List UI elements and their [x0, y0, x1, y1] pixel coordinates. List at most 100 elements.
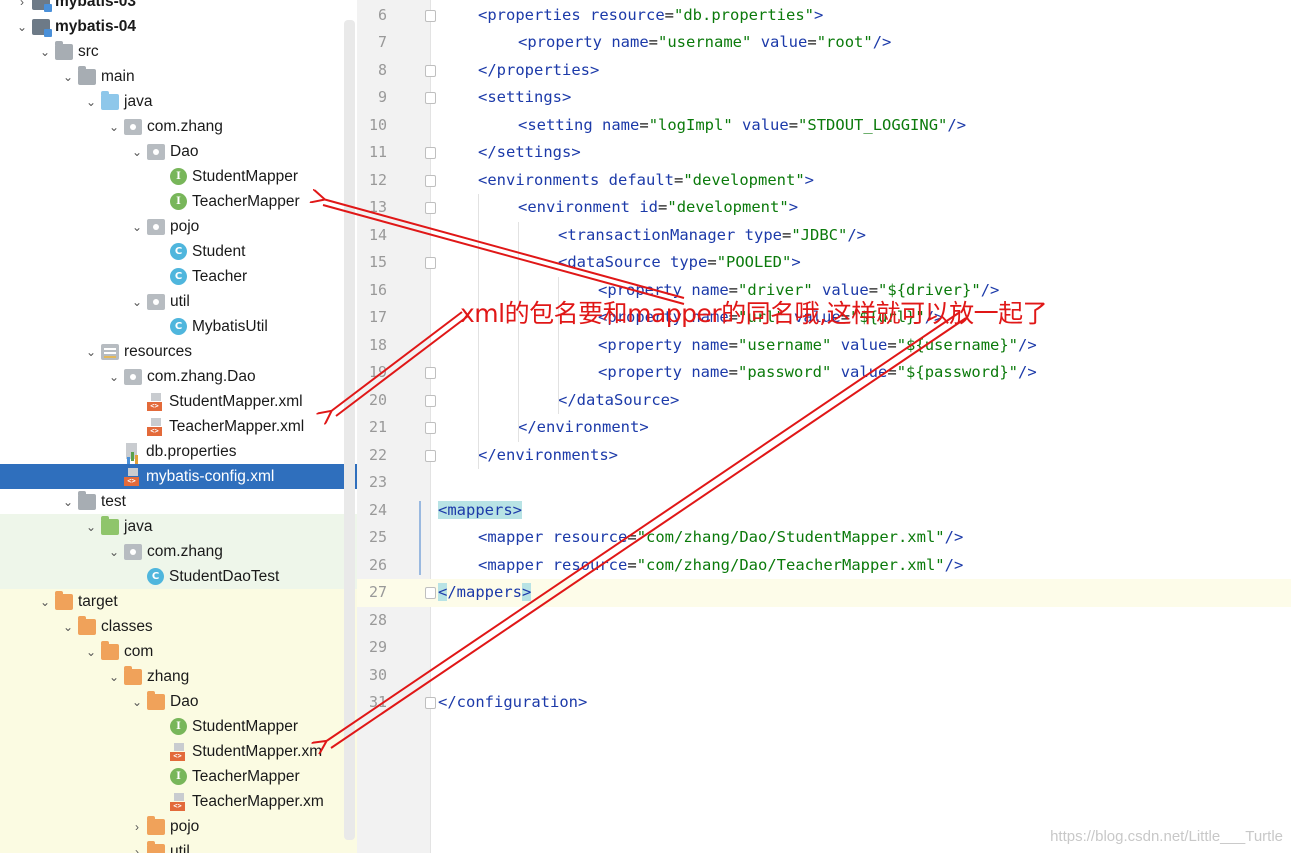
code-line[interactable]: 19 <property name="password" value="${pas…	[357, 359, 1291, 387]
tree-item[interactable]: C Teacher	[0, 264, 357, 289]
tree-item[interactable]: ⌄ pojo	[0, 214, 357, 239]
chevron-down-icon[interactable]: ⌄	[127, 220, 147, 234]
tree-item[interactable]: I StudentMapper	[0, 714, 357, 739]
chevron-down-icon[interactable]: ⌄	[12, 20, 32, 34]
code-line[interactable]: 14 <transactionManager type="JDBC"/>	[357, 222, 1291, 250]
chevron-down-icon[interactable]: ⌄	[104, 545, 124, 559]
tree-item[interactable]: ⌄ Dao	[0, 139, 357, 164]
code-line[interactable]: 31 </configuration>	[357, 689, 1291, 717]
fold-marker-icon[interactable]	[425, 92, 436, 104]
code-line[interactable]: 9 <settings>	[357, 84, 1291, 112]
fold-marker-icon[interactable]	[425, 202, 436, 214]
tree-item[interactable]: ⌄ com.zhang	[0, 114, 357, 139]
chevron-down-icon[interactable]: ⌄	[81, 645, 101, 659]
chevron-down-icon[interactable]: ⌄	[81, 520, 101, 534]
code-line[interactable]: 24 <mappers>	[357, 497, 1291, 525]
fold-marker-icon[interactable]	[425, 697, 436, 709]
fold-marker-icon[interactable]	[425, 422, 436, 434]
code-line[interactable]: 15 <dataSource type="POOLED">	[357, 249, 1291, 277]
code-line[interactable]: 23	[357, 469, 1291, 497]
code-editor[interactable]: 6 <properties resource="db.properties"> 7 <…	[357, 0, 1291, 853]
chevron-down-icon[interactable]: ⌄	[35, 595, 55, 609]
attr-value: "password"	[738, 363, 832, 381]
code-line[interactable]: 13 <environment id="development">	[357, 194, 1291, 222]
tree-item[interactable]: ⌄ java	[0, 514, 357, 539]
tree-item[interactable]: StudentMapper.xml	[0, 389, 357, 414]
chevron-down-icon[interactable]: ⌄	[35, 45, 55, 59]
line-number: 29	[368, 638, 387, 656]
fold-marker-icon[interactable]	[425, 587, 436, 599]
chevron-down-icon[interactable]: ⌄	[104, 120, 124, 134]
tree-item[interactable]: ⌄ classes	[0, 614, 357, 639]
fold-marker-icon[interactable]	[425, 257, 436, 269]
tree-item[interactable]: StudentMapper.xm	[0, 739, 357, 764]
fold-marker-icon[interactable]	[425, 449, 436, 462]
chevron-down-icon[interactable]: ⌄	[58, 70, 78, 84]
tree-item[interactable]: › pojo	[0, 814, 357, 839]
fold-marker-icon[interactable]	[425, 367, 436, 379]
tree-item[interactable]: C MybatisUtil	[0, 314, 357, 339]
tree-item[interactable]: ⌄ com.zhang	[0, 539, 357, 564]
code-line[interactable]: 6 <properties resource="db.properties">	[357, 2, 1291, 30]
chevron-down-icon[interactable]: ⌄	[127, 295, 147, 309]
tree-item[interactable]: ⌄ com.zhang.Dao	[0, 364, 357, 389]
fold-marker-icon[interactable]	[425, 64, 436, 77]
code-line[interactable]: 21 </environment>	[357, 414, 1291, 442]
code-line[interactable]: 18 <property name="username" value="${use…	[357, 332, 1291, 360]
code-line[interactable]: 29	[357, 634, 1291, 662]
tree-item[interactable]: ⌄ util	[0, 289, 357, 314]
code-line[interactable]: 20 </dataSource>	[357, 387, 1291, 415]
tree-item[interactable]: ⌄ zhang	[0, 664, 357, 689]
tree-item[interactable]: ⌄ target	[0, 589, 357, 614]
tree-item[interactable]: C StudentDaoTest	[0, 564, 357, 589]
chevron-right-icon[interactable]: ›	[127, 845, 147, 853]
code-line[interactable]: 12 <environments default="development">	[357, 167, 1291, 195]
code-line[interactable]: 26 <mapper resource="com/zhang/Dao/Teache…	[357, 552, 1291, 580]
fold-marker-icon[interactable]	[425, 394, 436, 407]
tree-item[interactable]: ⌄ src	[0, 39, 357, 64]
code-line[interactable]: 8 </properties>	[357, 57, 1291, 85]
tree-item[interactable]: mybatis-config.xml	[0, 464, 357, 489]
tree-item[interactable]: I StudentMapper	[0, 164, 357, 189]
code-line[interactable]: 30	[357, 662, 1291, 690]
tree-item[interactable]: C Student	[0, 239, 357, 264]
code-line[interactable]: 28	[357, 607, 1291, 635]
code-line[interactable]: 7 <property name="username" value="root"/…	[357, 29, 1291, 57]
annotation-text: xml的包名要和mapper的同名哦,这样就可以放一起了	[460, 299, 1048, 328]
tree-item[interactable]: I TeacherMapper	[0, 764, 357, 789]
chevron-down-icon[interactable]: ⌄	[104, 670, 124, 684]
chevron-down-icon[interactable]: ⌄	[81, 345, 101, 359]
chevron-right-icon[interactable]: ›	[12, 0, 32, 9]
chevron-down-icon[interactable]: ⌄	[104, 370, 124, 384]
tree-item[interactable]: ⌄ mybatis-04	[0, 14, 357, 39]
chevron-down-icon[interactable]: ⌄	[81, 95, 101, 109]
chevron-down-icon[interactable]: ⌄	[58, 620, 78, 634]
code-line[interactable]: 22 </environments>	[357, 442, 1291, 470]
tree-item[interactable]: › mybatis-03	[0, 0, 357, 14]
fold-marker-icon[interactable]	[425, 147, 436, 159]
chevron-down-icon[interactable]: ⌄	[127, 695, 147, 709]
tree-item[interactable]: ⌄ main	[0, 64, 357, 89]
tree-item[interactable]: db.properties	[0, 439, 357, 464]
tree-item[interactable]: ⌄ java	[0, 89, 357, 114]
tree-item-label: resources	[124, 342, 193, 360]
chevron-down-icon[interactable]: ⌄	[58, 495, 78, 509]
code-line[interactable]: 11 </settings>	[357, 139, 1291, 167]
chevron-down-icon[interactable]: ⌄	[127, 145, 147, 159]
tree-scrollbar[interactable]	[344, 20, 355, 840]
tree-item[interactable]: ⌄ resources	[0, 339, 357, 364]
tree-item[interactable]: I TeacherMapper	[0, 189, 357, 214]
tree-item[interactable]: ⌄ com	[0, 639, 357, 664]
code-line[interactable]: 25 <mapper resource="com/zhang/Dao/Studen…	[357, 524, 1291, 552]
code-line[interactable]: 10 <setting name="logImpl" value="STDOUT_…	[357, 112, 1291, 140]
code-line[interactable]: 27 </mappers>	[357, 579, 1291, 607]
tree-item[interactable]: TeacherMapper.xml	[0, 414, 357, 439]
fold-marker-icon[interactable]	[425, 174, 436, 187]
tree-item[interactable]: ⌄ test	[0, 489, 357, 514]
tree-item[interactable]: › util	[0, 839, 357, 853]
fold-marker-icon[interactable]	[425, 9, 436, 22]
tree-item[interactable]: TeacherMapper.xm	[0, 789, 357, 814]
tree-item[interactable]: ⌄ Dao	[0, 689, 357, 714]
chevron-right-icon[interactable]: ›	[127, 820, 147, 834]
